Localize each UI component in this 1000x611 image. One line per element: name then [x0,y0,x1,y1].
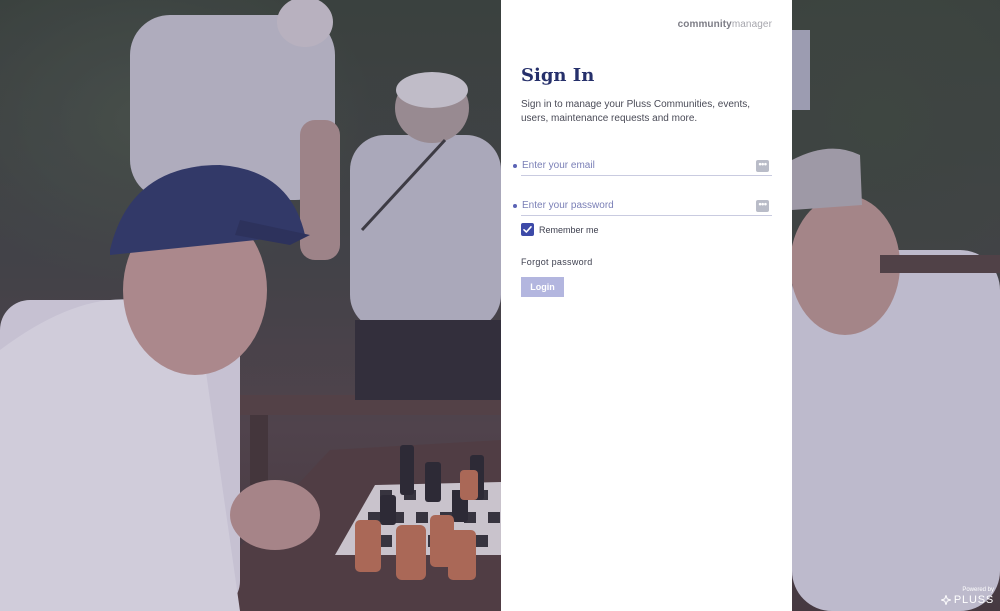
password-input[interactable] [522,197,747,214]
powered-by-logo: PLUSS [940,594,994,606]
photo-tint [0,0,1000,611]
brand-logo: communitymanager [678,19,772,30]
required-dot-icon [513,204,517,208]
login-button[interactable]: Login [521,277,564,297]
forgot-password-link[interactable]: Forgot password [521,257,593,267]
login-panel: communitymanager Sign In Sign in to mana… [501,0,792,611]
email-field-wrapper: ••• [513,157,772,176]
pluss-logo-icon [940,595,951,605]
brand-name-bold: community [677,19,732,30]
powered-by-label: Powered by [962,587,994,593]
password-field-wrapper: ••• [513,197,772,216]
page-subtitle: Sign in to manage your Pluss Communities… [521,99,750,124]
powered-by-brand: PLUSS [953,594,994,606]
email-input[interactable] [522,157,747,174]
background-photo [0,0,1000,611]
required-dot-icon [513,164,517,168]
remember-me-label: Remember me [539,224,599,235]
page-title: Sign In [521,65,595,86]
remember-me-checkbox[interactable] [521,223,534,236]
ellipsis-icon[interactable]: ••• [756,200,769,212]
brand-name-light: manager [731,19,772,30]
checkmark-icon [523,226,532,233]
ellipsis-icon[interactable]: ••• [756,160,769,172]
powered-by: Powered by PLUSS [940,587,994,606]
remember-me-toggle[interactable]: Remember me [521,223,599,236]
